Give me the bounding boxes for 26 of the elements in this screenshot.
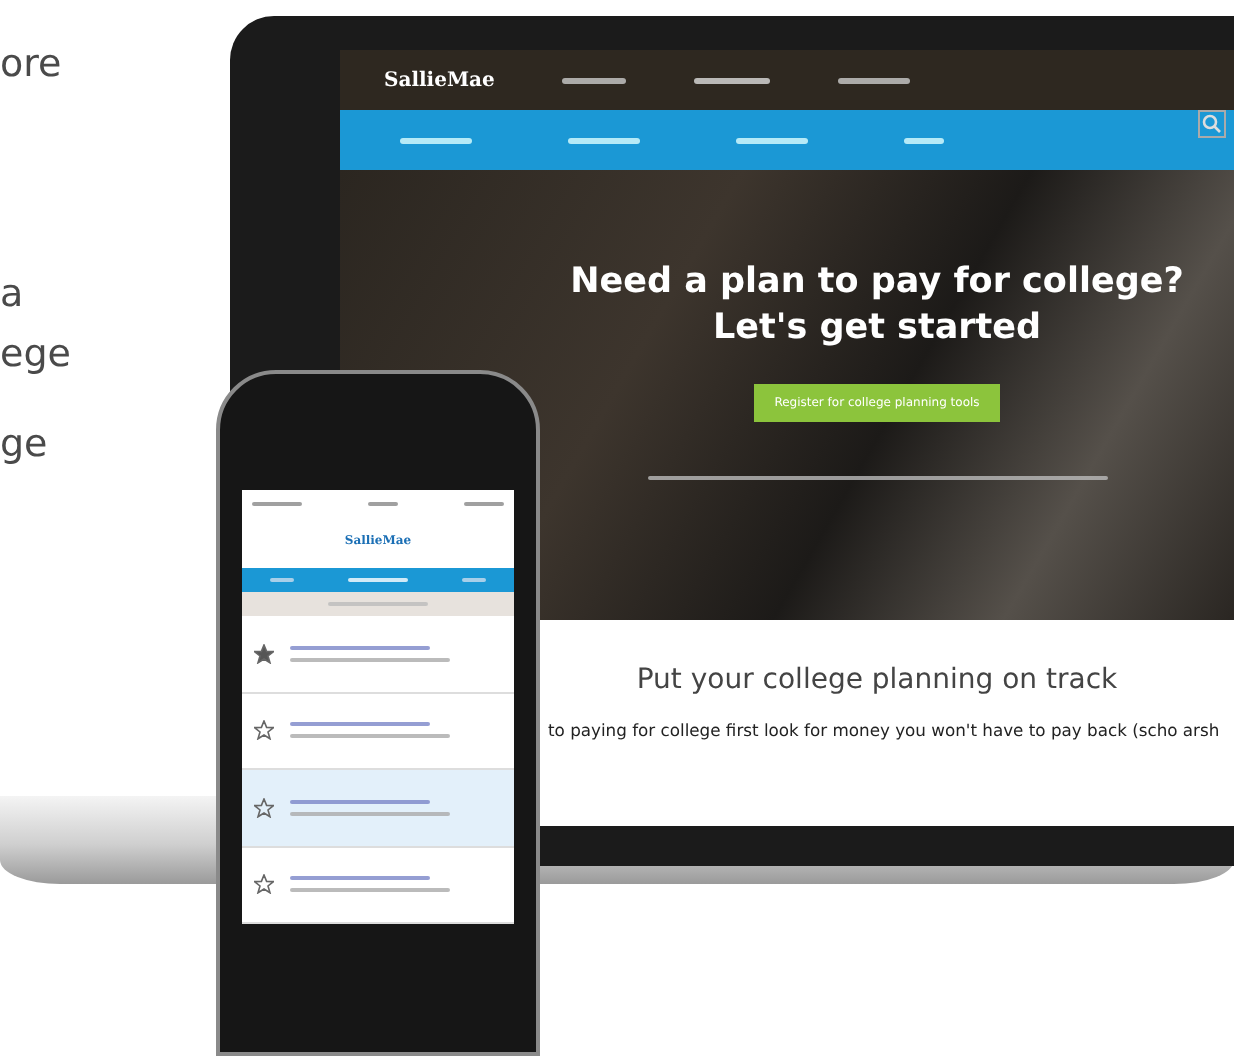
star-icon[interactable] bbox=[254, 797, 274, 818]
scholarship-item[interactable] bbox=[242, 770, 514, 847]
blurred-text-drawing bbox=[290, 722, 430, 727]
blurred-text-drawing bbox=[736, 137, 808, 143]
site-logo[interactable]: SallieMae bbox=[384, 69, 495, 91]
blurred-text-drawing bbox=[562, 77, 627, 83]
section-title: Put your college planning on track bbox=[634, 664, 1118, 696]
blurred-text-drawing bbox=[904, 137, 944, 143]
body-text-fragment: a bbox=[0, 272, 24, 316]
blurred-text-drawing bbox=[290, 876, 430, 881]
body-text: to paying for college first look for money you won't have to pay back (scho arsh bbox=[548, 720, 1220, 740]
blurred-text-drawing bbox=[290, 799, 430, 804]
hero-headline: Need a plan to pay for college? bbox=[568, 260, 1184, 306]
blurred-text-drawing bbox=[400, 137, 472, 143]
blurred-text-drawing bbox=[290, 645, 430, 650]
body-text-fragment: ge bbox=[0, 422, 48, 466]
hero-headline: Let's get started bbox=[710, 306, 1042, 352]
star-icon[interactable] bbox=[254, 874, 274, 895]
blurred-text-drawing bbox=[838, 77, 911, 83]
blurred-text-drawing bbox=[694, 77, 771, 83]
search-icon[interactable] bbox=[1198, 110, 1226, 138]
star-icon[interactable] bbox=[254, 643, 274, 664]
body-text-fragment: ore bbox=[0, 42, 62, 86]
star-icon[interactable] bbox=[254, 720, 274, 741]
blurred-text-drawing bbox=[568, 137, 640, 143]
body-text-fragment: ege bbox=[0, 332, 71, 376]
